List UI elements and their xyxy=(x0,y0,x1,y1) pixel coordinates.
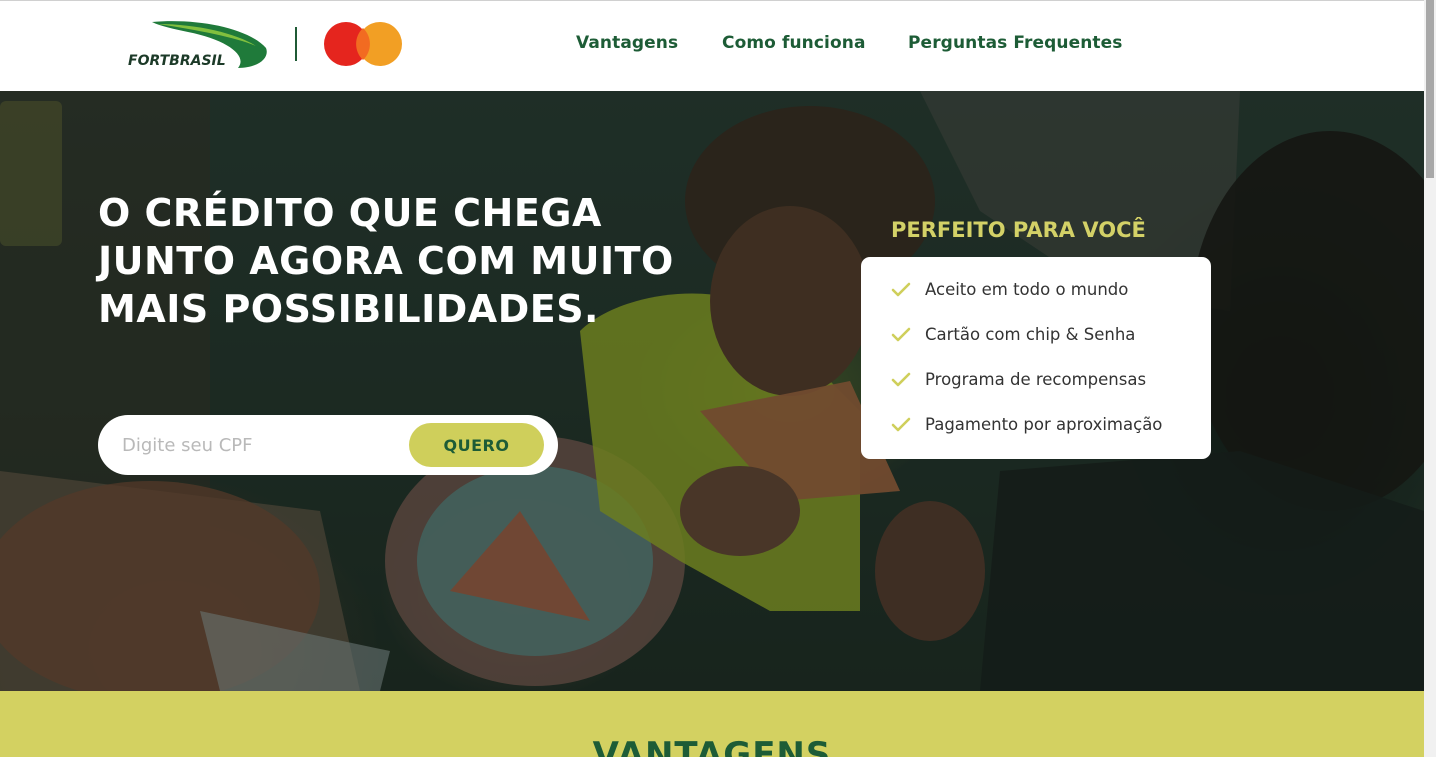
hero-title-line-2: JUNTO AGORA COM MUITO xyxy=(98,239,674,283)
nav-como-funciona[interactable]: Como funciona xyxy=(722,33,866,53)
hero-title-line-1: O CRÉDITO QUE CHEGA xyxy=(98,191,602,235)
nav-vantagens[interactable]: Vantagens xyxy=(576,33,678,53)
check-icon xyxy=(891,282,911,297)
page-scrollbar[interactable] xyxy=(1424,0,1436,757)
hero-title: O CRÉDITO QUE CHEGA JUNTO AGORA COM MUIT… xyxy=(98,189,698,333)
fortbrasil-wordmark: FORTBRASIL xyxy=(128,53,226,69)
quero-button[interactable]: QUERO xyxy=(409,423,544,467)
scrollbar-thumb[interactable] xyxy=(1426,0,1434,178)
site-header: FORTBRASIL Vantagens Como funciona Pergu… xyxy=(0,0,1424,91)
advantages-title: VANTAGENS xyxy=(592,735,832,757)
check-icon xyxy=(891,417,911,432)
benefits-card: Aceito em todo o mundo Cartão com chip &… xyxy=(861,257,1211,459)
check-icon xyxy=(891,372,911,387)
advantages-section: VANTAGENS xyxy=(0,691,1424,757)
hero-section: O CRÉDITO QUE CHEGA JUNTO AGORA COM MUIT… xyxy=(0,91,1424,691)
logo-divider xyxy=(295,27,297,61)
fortbrasil-logo[interactable]: FORTBRASIL xyxy=(128,18,270,72)
hero-title-line-3: MAIS POSSIBILIDADES. xyxy=(98,287,599,331)
benefit-label: Programa de recompensas xyxy=(925,370,1147,389)
benefit-label: Aceito em todo o mundo xyxy=(925,280,1129,299)
cpf-form: QUERO xyxy=(98,415,558,475)
mastercard-logo xyxy=(324,22,402,66)
page: FORTBRASIL Vantagens Como funciona Pergu… xyxy=(0,0,1424,757)
benefit-label: Pagamento por aproximação xyxy=(925,415,1163,434)
cpf-input[interactable] xyxy=(122,429,392,461)
nav-perguntas-frequentes[interactable]: Perguntas Frequentes xyxy=(908,33,1123,53)
benefit-label: Cartão com chip & Senha xyxy=(925,325,1136,344)
benefits-title: PERFEITO PARA VOCÊ xyxy=(891,218,1146,242)
check-icon xyxy=(891,327,911,342)
